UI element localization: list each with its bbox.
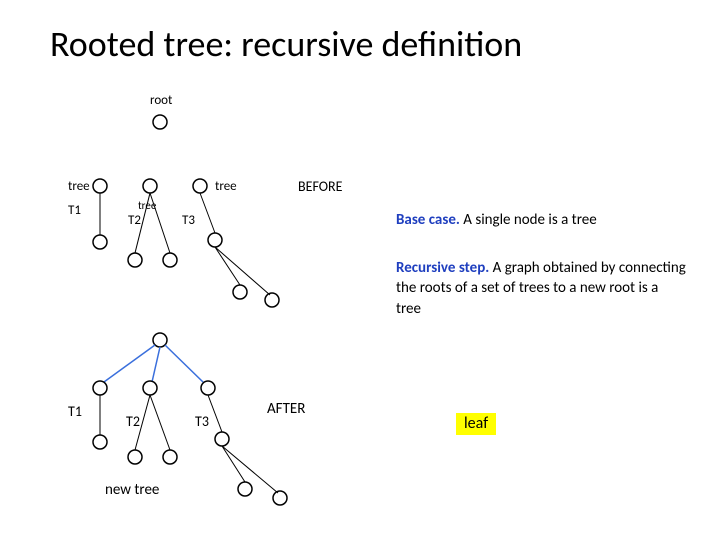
label-tree-left: tree (68, 179, 90, 194)
label-t3b: T3 (195, 413, 209, 430)
base-case-body: A single node is a tree (460, 211, 597, 229)
label-t2b: T2 (126, 413, 140, 430)
recursive-step-text: Recursive step. A graph obtained by conn… (396, 258, 686, 319)
label-t2: T2 (128, 213, 141, 228)
label-new-tree: new tree (105, 481, 159, 499)
label-before: BEFORE (298, 178, 342, 195)
label-t1b: T1 (68, 403, 82, 420)
base-case-text: Base case. A single node is a tree (396, 210, 686, 230)
label-t3: T3 (182, 213, 195, 228)
label-after: AFTER (267, 400, 305, 418)
page-title: Rooted tree: recursive definition (50, 22, 670, 66)
label-t1: T1 (68, 203, 81, 218)
slide: Rooted tree: recursive definition root t… (0, 0, 720, 540)
leaf-highlight: leaf (456, 413, 496, 435)
recursive-step-heading: Recursive step. (396, 259, 489, 277)
label-root: root (150, 93, 173, 108)
diagram: root tree T1 tree T2 tree T3 (60, 90, 380, 515)
base-case-heading: Base case. (396, 211, 460, 229)
label-tree-right: tree (215, 179, 237, 194)
